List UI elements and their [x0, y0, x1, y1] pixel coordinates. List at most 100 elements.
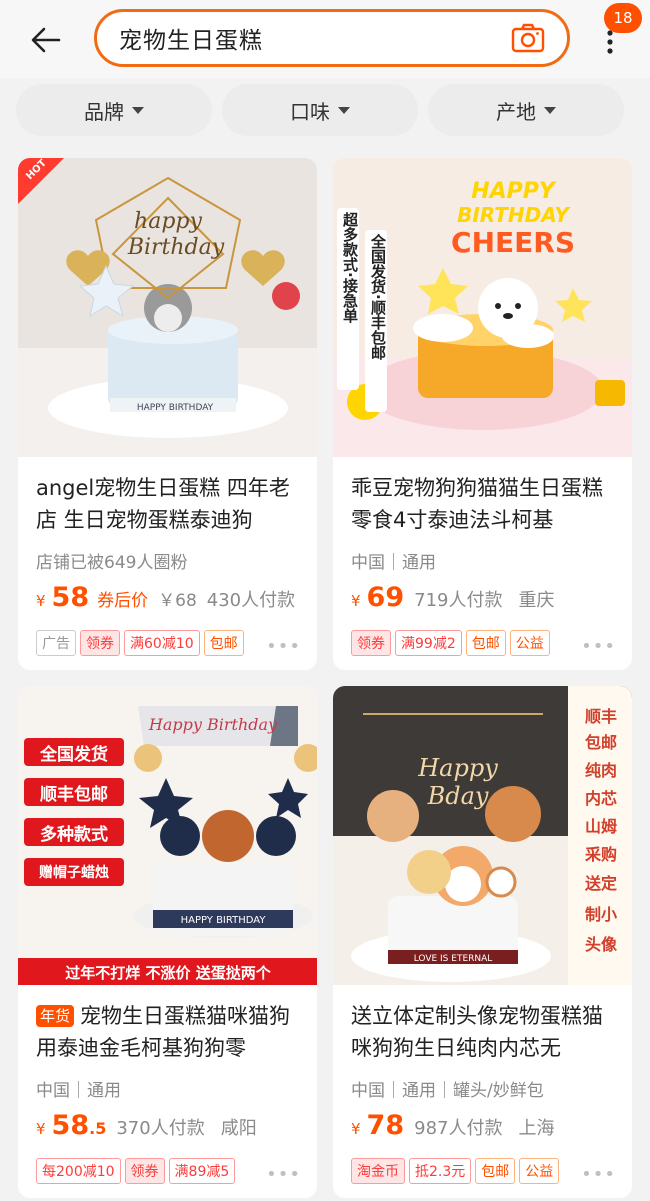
ad-tag: 广告 — [36, 630, 76, 656]
taojinbi-tag: 淘金币 — [351, 1158, 405, 1184]
filter-brand[interactable]: 品牌 — [16, 84, 212, 136]
sales-count: 370人付款 — [116, 1118, 205, 1139]
ship-city: 重庆 — [518, 590, 555, 611]
price-row: ¥ 69 719人付款 重庆 — [351, 582, 554, 613]
product-card[interactable]: happy Birthday HAPPY BIRTHDAY HOT angel宠… — [18, 158, 317, 670]
origin-info: 中国｜通用 — [351, 553, 436, 573]
image-topper-text: Happy — [417, 754, 498, 782]
product-title[interactable]: 乖豆宠物狗狗猫猫生日蛋糕零食4寸泰迪法斗柯基 — [351, 472, 621, 536]
camera-search-button[interactable] — [511, 23, 545, 53]
price: 58 — [51, 1110, 90, 1141]
charity-tag: 公益 — [519, 1158, 560, 1184]
notification-badge: 18 — [604, 3, 642, 33]
image-topper-text: CHEERS — [451, 226, 575, 259]
more-options-icon[interactable]: ••• — [266, 636, 301, 657]
price: 69 — [366, 582, 405, 613]
search-query[interactable]: 宠物生日蛋糕 — [119, 21, 263, 55]
filter-label: 品牌 — [84, 99, 124, 124]
charity-tag: 公益 — [509, 630, 550, 656]
image-topper-text: BIRTHDAY — [457, 203, 571, 227]
image-promo-strip: 超多款式·接急单 — [337, 208, 359, 390]
discount-tag: 满99减2 — [395, 630, 462, 656]
price: 58 — [51, 582, 90, 613]
back-button[interactable] — [26, 22, 66, 58]
image-topper-text: Bday — [427, 782, 489, 810]
price-row: ¥ 58 券后价 ￥68 430人付款 — [36, 582, 295, 613]
image-side-promo: 顺丰 包邮 纯肉 内芯 山姆 采购 送定 制小 头像 — [584, 707, 617, 954]
currency-symbol: ¥ — [36, 1120, 46, 1138]
image-promo-strip: 全国发货·顺丰包邮 — [365, 230, 387, 412]
discount-tag: 抵2.3元 — [409, 1158, 472, 1184]
promo-tags: 每200减10 领券 满89减5 — [36, 1158, 236, 1184]
price-row: ¥ 58.5 370人付款 咸阳 — [36, 1110, 257, 1141]
filter-label: 口味 — [290, 99, 330, 124]
currency-symbol: ¥ — [351, 592, 361, 610]
product-title[interactable]: 年货 宠物生日蛋糕猫咪猫狗用泰迪金毛柯基狗狗零 — [36, 1000, 306, 1064]
sales-count: 719人付款 — [414, 590, 503, 611]
search-bar[interactable]: 宠物生日蛋糕 — [94, 9, 570, 67]
product-image[interactable]: Happy Bday LOVE IS ETERNAL 顺丰 包邮 纯肉 内芯 山… — [333, 686, 632, 985]
image-promo-label: 顺丰包邮 — [24, 778, 124, 806]
camera-icon — [511, 23, 545, 53]
discount-tag: 满89减5 — [168, 1158, 236, 1184]
image-script-text: Birthday — [127, 235, 225, 260]
promo-tags: 领券 满99减2 包邮 公益 — [351, 630, 550, 656]
currency-symbol: ¥ — [351, 1120, 361, 1138]
more-options-icon[interactable]: ••• — [581, 1164, 616, 1185]
more-options-icon[interactable]: ••• — [581, 636, 616, 657]
shop-followers: 店铺已被649人圈粉 — [36, 553, 188, 573]
image-banner-text: 过年不打烊 不涨价 送蛋挞两个 — [65, 964, 271, 982]
image-promo-label: 赠帽子蜡烛 — [24, 858, 124, 886]
caret-down-icon — [338, 106, 350, 114]
filter-origin[interactable]: 产地 — [428, 84, 624, 136]
origin-info: 中国｜通用 — [36, 1081, 121, 1101]
new-year-badge: 年货 — [36, 1005, 75, 1027]
discount-tag: 每200减10 — [36, 1158, 121, 1184]
more-options-icon[interactable]: ••• — [266, 1164, 301, 1185]
coupon-price-label: 券后价 — [97, 591, 149, 611]
filter-flavor[interactable]: 口味 — [222, 84, 418, 136]
product-card[interactable]: Happy Bday LOVE IS ETERNAL 顺丰 包邮 纯肉 内芯 山… — [333, 686, 632, 1198]
ship-city: 上海 — [518, 1118, 555, 1139]
sales-count: 987人付款 — [414, 1118, 503, 1139]
image-promo-label: 多种款式 — [24, 818, 124, 846]
coupon-tag[interactable]: 领券 — [124, 1158, 165, 1184]
product-image[interactable]: HAPPY BIRTHDAY CHEERS 超多款式·接急单 全国发货·顺丰包邮 — [333, 158, 632, 457]
free-shipping-tag: 包邮 — [203, 630, 244, 656]
image-band-text: LOVE IS ETERNAL — [414, 954, 493, 964]
caret-down-icon — [132, 106, 144, 114]
image-band-text: HAPPY BIRTHDAY — [181, 915, 267, 926]
image-promo-label: 全国发货 — [24, 738, 124, 766]
promo-tags: 广告 领券 满60减10 包邮 — [36, 630, 244, 656]
coupon-tag[interactable]: 领券 — [351, 630, 391, 656]
product-image[interactable]: happy Birthday HAPPY BIRTHDAY HOT — [18, 158, 317, 457]
top-bar: 宠物生日蛋糕 18 — [0, 0, 650, 78]
image-topper-text: HAPPY — [471, 179, 557, 204]
filter-bar: 品牌 口味 产地 — [0, 84, 650, 138]
product-title[interactable]: 送立体定制头像宠物蛋糕猫咪狗狗生日纯肉内芯无 — [351, 1000, 621, 1064]
product-title[interactable]: angel宠物生日蛋糕 四年老店 生日宠物蛋糕泰迪狗 — [36, 472, 306, 536]
hot-corner-badge: HOT — [18, 158, 64, 204]
filter-label: 产地 — [496, 99, 536, 124]
coupon-tag[interactable]: 领券 — [80, 630, 120, 656]
origin-info: 中国｜通用｜罐头/妙鲜包 — [351, 1081, 544, 1101]
currency-symbol: ¥ — [36, 592, 46, 610]
product-card[interactable]: Happy Birthday HAPPY BIRTHDAY 过年不打烊 不涨价 … — [18, 686, 317, 1198]
price-decimal: .5 — [89, 1119, 107, 1138]
caret-down-icon — [544, 106, 556, 114]
original-price: ￥68 — [158, 591, 197, 611]
free-shipping-tag: 包邮 — [475, 1158, 516, 1184]
sales-count: 430人付款 — [206, 590, 296, 611]
price: 78 — [366, 1110, 405, 1141]
product-image[interactable]: Happy Birthday HAPPY BIRTHDAY 过年不打烊 不涨价 … — [18, 686, 317, 985]
ship-city: 咸阳 — [220, 1118, 257, 1139]
image-band-text: HAPPY BIRTHDAY — [137, 403, 214, 413]
image-topper-text: Happy Birthday — [148, 715, 278, 734]
product-card[interactable]: HAPPY BIRTHDAY CHEERS 超多款式·接急单 全国发货·顺丰包邮… — [333, 158, 632, 670]
arrow-left-icon — [31, 27, 61, 53]
discount-tag: 满60减10 — [124, 630, 200, 656]
image-script-text: happy — [134, 209, 202, 234]
price-row: ¥ 78 987人付款 上海 — [351, 1110, 554, 1141]
promo-tags: 淘金币 抵2.3元 包邮 公益 — [351, 1158, 560, 1184]
free-shipping-tag: 包邮 — [465, 630, 506, 656]
